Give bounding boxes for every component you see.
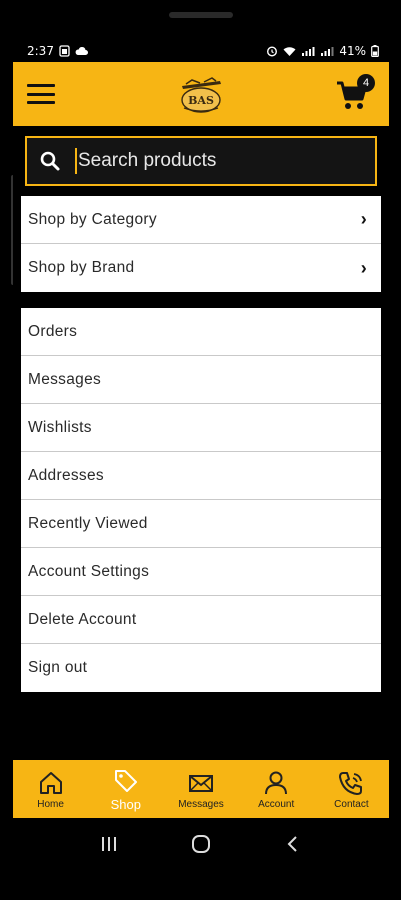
- menu-item-label: Delete Account: [28, 610, 137, 628]
- account-menu: Orders Messages Wishlists Addresses Rece…: [21, 308, 381, 692]
- status-bar: 2:37 41%: [13, 40, 389, 62]
- signal-icon: [321, 46, 334, 56]
- menu-item-sign-out[interactable]: Sign out: [21, 644, 381, 692]
- cart-count-badge: 4: [357, 74, 375, 92]
- search-input[interactable]: [78, 150, 363, 172]
- back-chevron-icon: [287, 836, 297, 852]
- recents-button[interactable]: [94, 829, 124, 859]
- system-navigation-bar: [13, 824, 389, 864]
- home-button[interactable]: [186, 829, 216, 859]
- sim-icon: [59, 45, 70, 57]
- tag-icon: [114, 769, 137, 792]
- bottom-navigation: Home Shop Messages Account Contact: [13, 760, 389, 818]
- battery-icon: [371, 45, 379, 57]
- hamburger-line: [27, 84, 55, 87]
- person-icon: [265, 771, 288, 794]
- chevron-right-icon: ›: [360, 209, 367, 229]
- menu-item-label: Addresses: [28, 466, 104, 484]
- menu-item-shop-by-category[interactable]: Shop by Category ›: [21, 196, 381, 244]
- phone-icon: [339, 771, 363, 795]
- hamburger-line: [27, 101, 55, 104]
- nav-tab-shop[interactable]: Shop: [88, 760, 163, 818]
- app-header: BAS 4: [13, 62, 389, 126]
- menu-item-label: Sign out: [28, 659, 88, 676]
- nav-label: Contact: [334, 798, 369, 810]
- menu-item-wishlists[interactable]: Wishlists: [21, 404, 381, 452]
- menu-item-label: Orders: [28, 322, 78, 340]
- menu-item-recently-viewed[interactable]: Recently Viewed: [21, 500, 381, 548]
- device-bezel: 2:37 41% BAS 4 Search products Shop by C…: [0, 0, 401, 900]
- menu-item-orders[interactable]: Orders: [21, 308, 381, 356]
- menu-item-label: Messages: [28, 370, 102, 388]
- nav-label: Account: [258, 798, 295, 810]
- menu-item-account-settings[interactable]: Account Settings: [21, 548, 381, 596]
- text-cursor: [75, 148, 77, 174]
- menu-item-label: Shop by Brand: [28, 259, 135, 276]
- menu-button[interactable]: [27, 84, 55, 104]
- nav-tab-contact[interactable]: Contact: [314, 760, 389, 818]
- menu-item-addresses[interactable]: Addresses: [21, 452, 381, 500]
- search-icon: [40, 151, 60, 171]
- status-time: 2:37: [27, 44, 54, 58]
- alarm-icon: [267, 46, 278, 57]
- screen: 2:37 41% BAS 4 Search products Shop by C…: [13, 40, 389, 888]
- menu-item-label: Account Settings: [28, 562, 150, 580]
- recents-icon: [102, 837, 116, 851]
- speaker-grille: [169, 12, 233, 18]
- nav-label: Shop: [110, 796, 141, 812]
- nav-label: Messages: [178, 798, 224, 810]
- menu-item-shop-by-brand[interactable]: Shop by Brand ›: [21, 244, 381, 292]
- envelope-icon: [189, 774, 213, 792]
- wifi-icon: [283, 46, 296, 56]
- signal-icon: [302, 46, 315, 56]
- hamburger-line: [27, 92, 55, 96]
- svg-text:BAS: BAS: [188, 94, 214, 107]
- cart-button[interactable]: 4: [335, 74, 375, 114]
- back-button[interactable]: [278, 829, 308, 859]
- nav-tab-home[interactable]: Home: [13, 760, 88, 818]
- menu-item-messages[interactable]: Messages: [21, 356, 381, 404]
- menu-item-label: Recently Viewed: [28, 514, 148, 532]
- cloud-icon: [75, 47, 88, 55]
- nav-tab-messages[interactable]: Messages: [163, 760, 238, 818]
- home-circle-icon: [192, 835, 210, 853]
- chevron-right-icon: ›: [360, 257, 367, 278]
- menu-item-label: Wishlists: [28, 418, 92, 436]
- brand-logo[interactable]: BAS: [178, 74, 224, 114]
- battery-percent: 41%: [339, 44, 366, 58]
- nav-label: Home: [37, 798, 64, 810]
- menu-item-label: Shop by Category: [28, 210, 157, 228]
- search-bar[interactable]: [25, 136, 377, 186]
- menu-item-delete-account[interactable]: Delete Account: [21, 596, 381, 644]
- shop-menu: Shop by Category › Shop by Brand ›: [21, 196, 381, 292]
- nav-tab-account[interactable]: Account: [239, 760, 314, 818]
- search-container: [13, 126, 389, 196]
- home-icon: [39, 771, 62, 794]
